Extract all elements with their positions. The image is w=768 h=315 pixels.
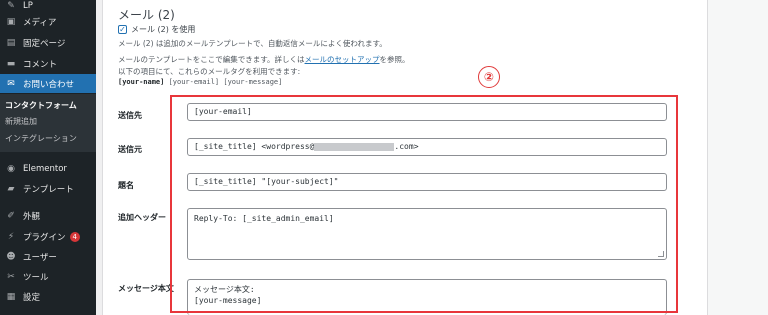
mail2-content: メール (2) ✓ メール (2) を使用 メール (2) は追加のメールテンプ… xyxy=(102,0,708,315)
help-text-end: を参照。 xyxy=(379,55,410,64)
sidebar-item-label: ツール xyxy=(23,272,49,283)
subject-input[interactable]: [_site_title] "[your-subject]" xyxy=(187,173,667,191)
from-input[interactable]: [_site_title] <wordpress@ .com> xyxy=(187,138,667,156)
from-label: 送信元 xyxy=(118,145,142,154)
redacted-domain xyxy=(314,142,395,151)
annotation-number: ② xyxy=(478,66,500,88)
comment-icon: ▬ xyxy=(6,58,16,69)
user-icon: ☻ xyxy=(6,251,16,262)
section-title: メール (2) xyxy=(118,8,175,22)
headers-label: 追加ヘッダー xyxy=(118,213,166,222)
sidebar-item-lp[interactable]: ✎ LP xyxy=(0,0,96,12)
folder-icon: ▰ xyxy=(7,183,15,194)
mail-icon: ✉ xyxy=(7,78,15,89)
sidebar-item-label: 設定 xyxy=(23,292,41,303)
mail-tags-rest: [your-email] [your-message] xyxy=(164,78,283,86)
resize-handle[interactable] xyxy=(658,251,664,257)
wrench-icon: ✂ xyxy=(7,271,15,282)
sidebar-item-label: お問い合わせ xyxy=(23,79,75,90)
right-margin xyxy=(708,0,768,315)
sidebar-item-label: Elementor xyxy=(23,163,67,174)
mail-tags-intro: 以下の項目にて、これらのメールタグを利用できます: xyxy=(118,67,301,76)
sidebar-item-label: コメント xyxy=(23,59,58,70)
mail-tag-name: [your-name] xyxy=(118,78,165,86)
sidebar-item-tools[interactable]: ✂ ツール xyxy=(0,267,96,286)
sidebar-item-label: ユーザー xyxy=(23,252,57,263)
mail-tags: [your-name] [your-email] [your-message] xyxy=(118,78,282,86)
sidebar-item-elementor[interactable]: ◉ Elementor xyxy=(0,159,96,178)
sidebar-item-label: テンプレート xyxy=(23,184,74,195)
template-help: メールのテンプレートをここで編集できます。詳しくはメールのセットアップを参照。 xyxy=(118,54,410,65)
elementor-icon: ◉ xyxy=(7,163,15,174)
body-label: メッセージ本文 xyxy=(118,284,174,293)
brush-icon: ✐ xyxy=(7,210,15,221)
use-mail2-checkbox-row[interactable]: ✓ メール (2) を使用 xyxy=(118,24,195,35)
mail-setup-link[interactable]: メールのセットアップ xyxy=(305,55,380,64)
sidebar-item-plugins[interactable]: ⚡ プラグイン 4 xyxy=(0,227,96,246)
admin-sidebar: ✎ LP ▣ メディア ▤ 固定ページ ▬ コメント ✉ お問い合わせ コンタク… xyxy=(0,0,96,315)
help-text: メールのテンプレートをここで編集できます。詳しくは xyxy=(118,55,305,64)
sidebar-item-label: 外観 xyxy=(23,211,41,222)
use-mail2-label: メール (2) を使用 xyxy=(131,25,196,34)
sidebar-item-label: 固定ページ xyxy=(23,38,66,49)
headers-textarea[interactable]: Reply-To: [_site_admin_email] xyxy=(187,208,667,260)
sidebar-item-label: プラグイン xyxy=(23,232,66,243)
sidebar-item-label: LP xyxy=(23,1,33,11)
plugin-icon: ⚡ xyxy=(7,231,15,242)
sidebar-item-media[interactable]: ▣ メディア xyxy=(0,12,96,31)
settings-icon: ▦ xyxy=(6,291,16,302)
sidebar-item-label: メディア xyxy=(23,17,57,28)
sidebar-item-settings[interactable]: ▦ 設定 xyxy=(0,287,96,306)
headers-value: Reply-To: [_site_admin_email] xyxy=(194,214,334,223)
submenu-add-new[interactable]: 新規追加 xyxy=(5,116,37,127)
pin-icon: ✎ xyxy=(7,1,15,11)
media-icon: ▣ xyxy=(6,16,16,27)
mail2-description: メール (2) は追加のメールテンプレートで、自動返信メールによく使われます。 xyxy=(118,39,387,48)
page-icon: ▤ xyxy=(6,37,16,48)
sidebar-item-appearance[interactable]: ✐ 外観 xyxy=(0,206,96,225)
to-input[interactable]: [your-email] xyxy=(187,103,667,121)
to-label: 送信先 xyxy=(118,111,142,120)
sidebar-item-templates[interactable]: ▰ テンプレート xyxy=(0,179,96,198)
body-textarea[interactable]: メッセージ本文: [your-message] xyxy=(187,279,667,315)
update-count-badge: 4 xyxy=(69,231,80,242)
checkmark-icon[interactable]: ✓ xyxy=(118,25,127,34)
contact-submenu: コンタクトフォーム 新規追加 インテグレーション xyxy=(0,94,96,152)
from-suffix: .com> xyxy=(394,142,419,151)
sidebar-item-comments[interactable]: ▬ コメント xyxy=(0,54,96,73)
submenu-integration[interactable]: インテグレーション xyxy=(5,133,77,144)
sidebar-item-pages[interactable]: ▤ 固定ページ xyxy=(0,33,96,52)
from-prefix: [_site_title] <wordpress@ xyxy=(194,142,315,151)
sidebar-item-contact[interactable]: ✉ お問い合わせ xyxy=(0,74,96,93)
sidebar-item-users[interactable]: ☻ ユーザー xyxy=(0,247,96,266)
submenu-contact-forms[interactable]: コンタクトフォーム xyxy=(5,100,77,111)
subject-label: 題名 xyxy=(118,181,134,190)
